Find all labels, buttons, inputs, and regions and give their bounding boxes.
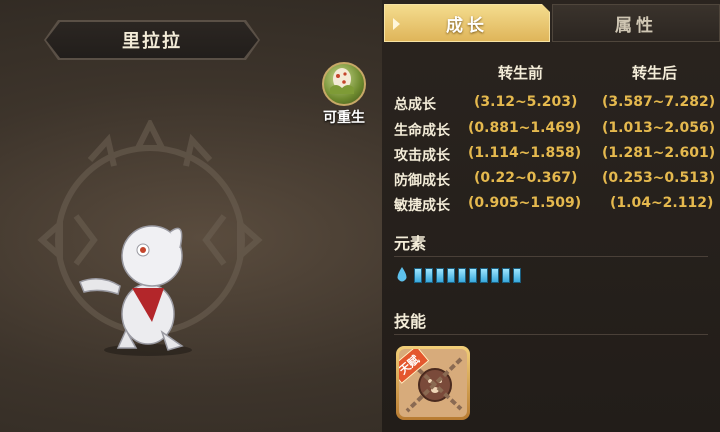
tab-growth[interactable]: 成长 xyxy=(384,4,550,42)
element-segment xyxy=(513,267,521,283)
divider xyxy=(394,256,708,257)
tab-attributes[interactable]: 属性 xyxy=(552,4,720,42)
growth-before-value: (0.22~0.367) xyxy=(474,170,578,186)
growth-after-value: (1.04~2.112) xyxy=(610,195,714,211)
reborn-egg-icon xyxy=(322,62,366,106)
element-segment xyxy=(414,267,422,283)
divider xyxy=(394,334,708,335)
growth-before-value: (0.881~1.469) xyxy=(468,120,582,136)
element-segment xyxy=(491,267,499,283)
tab-attributes-label: 属性 xyxy=(615,15,657,36)
growth-row-label: 敏捷成长 xyxy=(394,198,450,214)
reborn-badge[interactable]: 可重生 xyxy=(315,62,373,127)
growth-row-label: 生命成长 xyxy=(394,123,450,139)
monster-name: 里拉拉 xyxy=(122,31,182,52)
info-panel: 成长 属性 转生前 转生后 总成长 (3.12~5.203) (3.587~7.… xyxy=(382,0,720,432)
element-segment xyxy=(480,267,488,283)
growth-after-value: (3.587~7.282) xyxy=(602,94,716,110)
monster-name-plate: 里拉拉 xyxy=(46,22,258,58)
reborn-label: 可重生 xyxy=(323,110,365,126)
growth-row-label: 总成长 xyxy=(394,97,436,113)
element-segment xyxy=(447,267,455,283)
element-segment xyxy=(436,267,444,283)
growth-after-value: (0.253~0.513) xyxy=(602,170,716,186)
element-segment xyxy=(458,267,466,283)
monster-view: 里拉拉 可重生 xyxy=(0,0,382,432)
growth-after-value: (1.013~2.056) xyxy=(602,120,716,136)
chained-face-icon: 天赋 xyxy=(399,349,467,417)
element-segment xyxy=(425,267,433,283)
column-header-after: 转生后 xyxy=(632,64,678,82)
element-section-title: 元素 xyxy=(394,234,427,253)
growth-before-value: (3.12~5.203) xyxy=(474,94,578,110)
column-header-before: 转生前 xyxy=(498,64,544,82)
growth-before-value: (1.114~1.858) xyxy=(468,145,582,161)
tab-growth-label: 成长 xyxy=(446,15,488,36)
element-segment xyxy=(502,267,510,283)
tab-bar: 成长 属性 xyxy=(382,4,720,42)
growth-row-label: 攻击成长 xyxy=(394,148,450,164)
growth-after-value: (1.281~2.601) xyxy=(602,145,716,161)
element-segments xyxy=(414,267,524,283)
growth-row-label: 防御成长 xyxy=(394,173,450,189)
tab-arrow-icon xyxy=(393,18,400,30)
skill-slot[interactable]: 天赋 xyxy=(396,346,470,420)
water-drop-icon xyxy=(397,267,407,282)
monster-sprite-icon xyxy=(79,225,192,356)
element-segment xyxy=(469,267,477,283)
element-bar xyxy=(396,265,524,285)
growth-before-value: (0.905~1.509) xyxy=(468,195,582,211)
skills-section-title: 技能 xyxy=(394,312,427,331)
